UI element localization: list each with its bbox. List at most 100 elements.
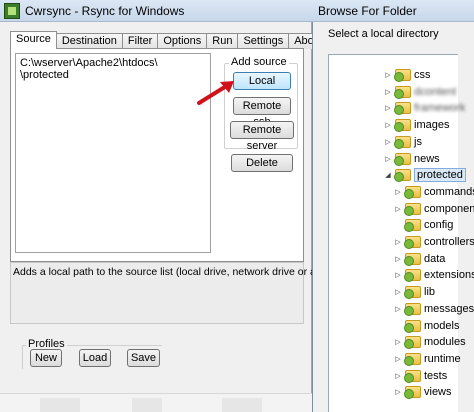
collapsed-arrow-icon[interactable]: ▷ <box>394 305 402 313</box>
tree-item[interactable]: ▷ views <box>394 385 452 400</box>
red-arrow-annotation <box>197 81 234 105</box>
tree-item-text: lib <box>424 286 436 299</box>
collapsed-arrow-icon[interactable]: ▷ <box>384 104 392 112</box>
tree-item[interactable]: ▷ framework <box>384 101 466 116</box>
tree-item-text: models <box>424 319 460 332</box>
tree-item-text: views <box>424 386 452 399</box>
new-profile-button[interactable]: New <box>30 349 62 367</box>
tree-item-text: config <box>424 219 454 232</box>
folder-icon <box>394 135 411 149</box>
tree-item-text: modules <box>424 336 466 349</box>
collapsed-arrow-icon[interactable]: ▷ <box>394 238 402 246</box>
collapsed-arrow-icon[interactable]: ▷ <box>394 338 402 346</box>
folder-icon <box>394 85 411 99</box>
tree-item-text: dcontent <box>414 85 457 98</box>
collapsed-arrow-icon[interactable]: ▷ <box>394 288 402 296</box>
tree-item-text: protected <box>417 169 463 182</box>
collapsed-arrow-icon[interactable]: ▷ <box>394 271 402 279</box>
collapsed-arrow-icon[interactable]: ▷ <box>394 188 402 196</box>
collapsed-arrow-icon[interactable]: ▷ <box>384 121 392 129</box>
window-title: Cwrsync - Rsync for Windows <box>25 4 185 18</box>
tree-item-text: data <box>424 252 446 265</box>
folder-icon <box>394 169 411 183</box>
tree-item-text: framework <box>414 102 466 115</box>
tree-item-label: modules <box>424 336 466 348</box>
tree-item-label: components <box>424 203 474 215</box>
tab-filter[interactable]: Filter <box>121 33 159 49</box>
tree-item[interactable]: ▷ messages <box>394 302 474 316</box>
folder-icon <box>394 152 411 166</box>
taskbar-segment <box>132 398 162 412</box>
collapsed-arrow-icon[interactable]: ▷ <box>394 205 402 213</box>
delete-button[interactable]: Delete <box>231 154 293 172</box>
local-button[interactable]: Local <box>233 72 291 90</box>
tree-item[interactable]: ▷ lib <box>394 285 435 300</box>
collapsed-arrow-icon[interactable]: ▷ <box>384 138 392 146</box>
tree-item-text: js <box>414 135 422 148</box>
tree-item[interactable]: ▷ runtime <box>394 352 461 366</box>
save-profile-button[interactable]: Save <box>127 349 160 367</box>
tree-item-label: protected <box>414 168 466 183</box>
tree-item-label: dcontent <box>414 86 456 98</box>
tab-options[interactable]: Options <box>157 33 208 49</box>
collapsed-arrow-icon[interactable]: ▷ <box>394 388 402 396</box>
tree-item-label: data <box>424 253 445 265</box>
tree-item[interactable]: ▷ js <box>384 135 422 149</box>
tree-item[interactable]: ▷ data <box>394 252 445 266</box>
collapsed-arrow-icon[interactable]: ▷ <box>384 88 392 96</box>
folder-icon <box>394 102 411 116</box>
tree-item[interactable]: ▷ news <box>384 152 440 166</box>
tree-item-label: commands <box>424 186 474 198</box>
tree-item-label: messages <box>424 303 474 315</box>
tree-item[interactable]: models <box>394 319 459 333</box>
folder-icon <box>404 219 421 233</box>
tab-run[interactable]: Run <box>206 33 239 49</box>
tree-item-label: js <box>414 136 422 148</box>
cwrsync-titlebar[interactable]: Cwrsync - Rsync for Windows <box>0 0 312 22</box>
tree-item-text: images <box>414 119 450 132</box>
tab-strip: Source Destination Filter Options Run Se… <box>10 31 329 49</box>
tree-item-text: css <box>414 69 431 81</box>
tree-item[interactable]: ▷ dcontent <box>384 85 456 99</box>
tree-item-label: models <box>424 320 459 332</box>
app-icon <box>4 3 20 19</box>
tree-item[interactable]: ▷ tests <box>394 369 447 383</box>
tree-item-text: commands <box>424 185 474 198</box>
tree-item[interactable]: ◢ protected <box>384 168 466 183</box>
remote-ssh-button[interactable]: Remote ssh <box>233 97 291 128</box>
source-list-item[interactable]: C:\wserver\Apache2\htdocs\ \protected <box>20 57 206 81</box>
tree-item[interactable]: ▷ images <box>384 118 450 133</box>
expanded-arrow-icon[interactable]: ◢ <box>384 171 392 179</box>
tree-item[interactable]: config <box>394 218 454 233</box>
collapsed-arrow-icon[interactable]: ▷ <box>384 155 392 163</box>
tab-source[interactable]: Source <box>10 31 57 49</box>
folder-icon <box>404 286 421 300</box>
add-source-label: Add source <box>229 56 289 68</box>
load-profile-button[interactable]: Load <box>79 349 111 367</box>
tree-item-label: views <box>424 386 452 398</box>
source-list[interactable]: C:\wserver\Apache2\htdocs\ \protected <box>15 53 211 253</box>
tab-settings[interactable]: Settings <box>237 33 290 49</box>
collapsed-arrow-icon[interactable]: ▷ <box>394 372 402 380</box>
folder-icon <box>394 119 411 133</box>
tree-item-text: components <box>424 202 474 215</box>
remote-server-button[interactable]: Remote server <box>230 121 294 152</box>
collapsed-arrow-icon[interactable]: ▷ <box>384 71 392 79</box>
tree-item-label: lib <box>424 286 435 298</box>
tree-item[interactable]: ▷ css <box>384 68 431 82</box>
folder-icon <box>404 185 421 199</box>
tree-item-label: tests <box>424 370 447 382</box>
taskbar-segment <box>222 398 262 412</box>
collapsed-arrow-icon[interactable]: ▷ <box>394 255 402 263</box>
folder-icon <box>394 69 411 82</box>
tree-item[interactable]: ▷ modules <box>394 335 466 350</box>
tree-item[interactable]: ▷ extensions <box>394 268 474 283</box>
tree-item[interactable]: ▷ commands <box>394 185 474 199</box>
tree-item[interactable]: ▷ controllers <box>394 235 474 249</box>
tree-item[interactable]: ▷ components <box>394 202 474 216</box>
collapsed-arrow-icon[interactable]: ▷ <box>394 355 402 363</box>
folder-icon <box>404 302 421 316</box>
taskbar-segment <box>40 398 80 412</box>
tab-destination[interactable]: Destination <box>55 33 123 49</box>
folder-icon <box>404 352 421 366</box>
